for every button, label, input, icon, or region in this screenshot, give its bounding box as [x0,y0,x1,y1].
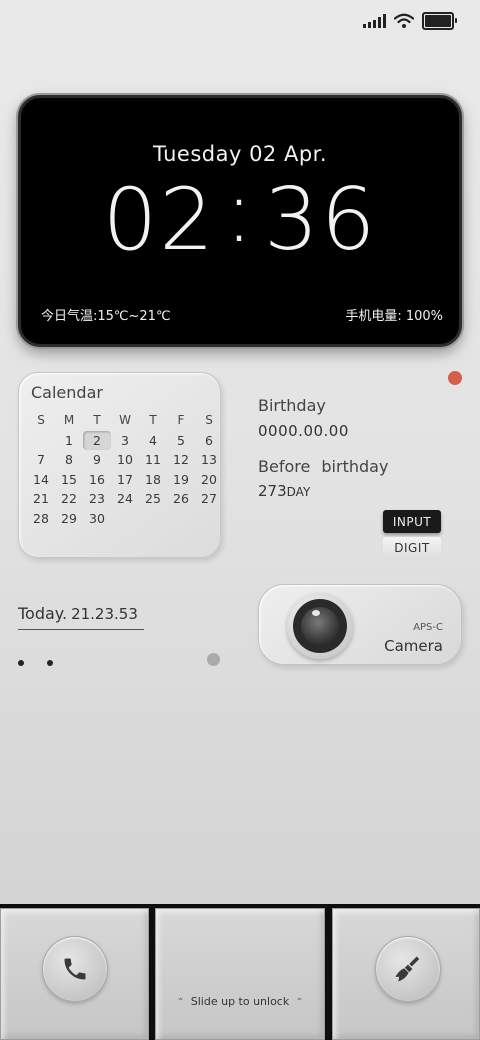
chevron-up-icon: ⌃ [295,997,304,1008]
days-to-birthday: 273DAY [258,482,310,500]
calendar-day[interactable]: 12 [167,450,195,470]
calendar-widget[interactable]: Calendar S M T W T F S 1 2 3 4 5 6 7 8 9 10 11 12 13 14 15 16 1… [18,372,221,558]
calendar-day[interactable]: 21 [27,489,55,509]
camera-lens-icon [287,593,353,659]
calendar-day[interactable]: 6 [195,431,223,451]
today-widget: Today. 21.23.53 [18,604,144,630]
days-unit: DAY [286,485,311,499]
calendar-day[interactable]: 30 [83,509,111,529]
days-count: 273 [258,482,287,500]
calendar-day[interactable]: 2 [83,430,111,450]
calendar-day[interactable]: 22 [55,489,83,509]
phone-panel [0,908,149,1040]
battery-icon [422,12,457,30]
phone-button[interactable] [42,936,108,1002]
calendar-day[interactable]: 16 [83,470,111,490]
calendar-day[interactable]: 28 [27,509,55,529]
calendar-day[interactable]: 3 [111,431,139,451]
unlock-text: Slide up to unlock [190,995,290,1008]
calendar-day[interactable]: 1 [55,431,83,451]
signal-icon [363,14,386,28]
before-birthday-label: Before birthday [258,457,389,476]
phone-icon [64,958,86,980]
gray-dot [207,653,220,666]
calendar-day[interactable]: 11 [139,450,167,470]
weekday-header: W [119,413,131,427]
calendar-day[interactable]: 17 [111,470,139,490]
calendar-day[interactable]: 18 [139,470,167,490]
cleaner-button[interactable] [375,936,441,1002]
battery-text: 手机电量: 100% [345,309,443,324]
calendar-day[interactable]: 7 [27,450,55,470]
calendar-empty-cell [27,431,55,451]
camera-label: Camera [384,637,443,655]
unlock-hint: ⌃ Slide up to unlock ⌃ [156,995,324,1008]
calendar-day[interactable]: 20 [195,470,223,490]
calendar-day[interactable]: 5 [167,431,195,451]
clock-hour: 02 [102,170,216,270]
weekday-header: F [177,413,185,427]
calendar-empty-cell [111,509,139,529]
page-dot [47,660,53,666]
calendar-day[interactable]: 8 [55,450,83,470]
clock-time: 02:36 [21,162,459,270]
calendar-day[interactable]: 4 [139,431,167,451]
cleaner-panel [332,908,480,1040]
weekday-header: S [37,413,45,427]
today-time: 21.23.53 [71,605,138,623]
calendar-day[interactable]: 26 [167,489,195,509]
calendar-day[interactable]: 15 [55,470,83,490]
bottom-dock: ⌃ Slide up to unlock ⌃ [0,904,480,1040]
chevron-up-icon: ⌃ [176,997,185,1008]
input-button[interactable]: INPUT [383,510,441,533]
broom-icon [395,956,420,982]
calendar-day[interactable]: 9 [83,450,111,470]
clock-widget[interactable]: Tuesday 02 Apr. 02:36 今日气温:15℃~21℃ 手机电量:… [18,95,462,347]
today-label: Today. [18,604,68,623]
digit-button[interactable]: DIGIT [383,537,441,559]
calendar-day[interactable]: 23 [83,489,111,509]
calendar-day[interactable]: 25 [139,489,167,509]
calendar-day[interactable]: 13 [195,450,223,470]
calendar-grid: S M T W T F S 1 2 3 4 5 6 7 8 9 10 11 12 13 14 15 16 17 18 19 20 21… [27,411,223,528]
calendar-title: Calendar [31,383,103,402]
calendar-day[interactable]: 29 [55,509,83,529]
calendar-day[interactable]: 27 [195,489,223,509]
calendar-day[interactable]: 19 [167,470,195,490]
birthday-date[interactable]: 0000.00.00 [258,422,349,440]
calendar-empty-cell [139,509,167,529]
status-bar [363,10,457,32]
camera-format: APS-C [413,622,443,633]
weekday-header: T [93,413,101,427]
weather-text: 今日气温:15℃~21℃ [41,309,171,324]
calendar-day[interactable]: 10 [111,450,139,470]
calendar-empty-cell [167,509,195,529]
weekday-header: S [205,413,213,427]
weekday-header: M [63,413,75,427]
calendar-empty-cell [195,509,223,529]
page-dot [18,660,24,666]
birthday-label: Birthday [258,396,326,415]
wifi-icon [394,13,414,28]
clock-minute: 36 [264,170,378,270]
weekday-header: T [149,413,157,427]
camera-widget[interactable]: APS-C Camera [258,584,462,665]
unlock-panel[interactable]: ⌃ Slide up to unlock ⌃ [155,908,325,1040]
clock-separator: : [224,162,256,262]
indicator-dot [448,371,462,385]
calendar-day[interactable]: 24 [111,489,139,509]
calendar-day[interactable]: 14 [27,470,55,490]
